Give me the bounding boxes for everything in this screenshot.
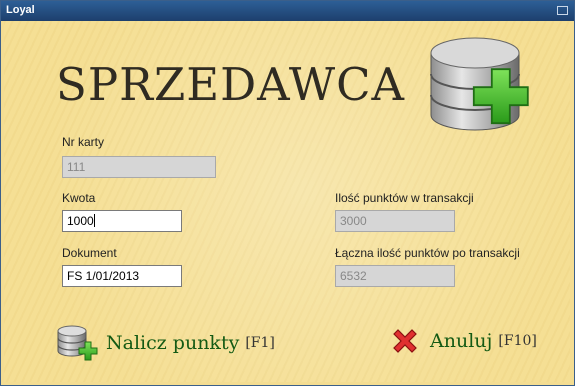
- text-caret: [93, 214, 95, 227]
- accrue-points-label: Nalicz punkty: [106, 332, 240, 354]
- document-label: Dokument: [62, 246, 117, 260]
- points-in-transaction-field: 3000: [335, 210, 455, 232]
- amount-label: Kwota: [62, 191, 96, 205]
- seller-form: SPRZEDAWCA Nr karty 111 Kwota 1000 Dokum…: [4, 21, 570, 382]
- amount-field[interactable]: 1000: [62, 210, 182, 232]
- cancel-label: Anuluj: [430, 330, 493, 352]
- total-points-field: 6532: [335, 265, 455, 287]
- cancel-shortcut: [F10]: [498, 333, 537, 349]
- accrue-points-shortcut: [F1]: [245, 335, 275, 351]
- window-title: Loyal: [6, 4, 35, 16]
- amount-value: 1000: [67, 214, 94, 228]
- restore-icon[interactable]: [557, 6, 568, 15]
- points-in-transaction-label: Ilość punktów w transakcji: [335, 191, 474, 205]
- close-icon: [393, 329, 417, 353]
- database-add-small-icon: [57, 325, 98, 361]
- accrue-points-button[interactable]: Nalicz punkty [F1]: [56, 324, 275, 362]
- database-add-icon: [430, 37, 529, 131]
- title-bar[interactable]: Loyal: [1, 1, 574, 21]
- loyal-window: Loyal SPRZEDAWCA Nr karty 111 Kwota 1000…: [0, 0, 575, 386]
- card-number-label: Nr karty: [62, 135, 104, 149]
- total-points-label: Łączna ilość punktów po transakcji: [335, 246, 520, 260]
- card-number-field: 111: [62, 156, 216, 178]
- cancel-button[interactable]: Anuluj [F10]: [390, 326, 537, 356]
- page-title: SPRZEDAWCA: [56, 58, 406, 111]
- document-field[interactable]: FS 1/01/2013: [62, 265, 182, 287]
